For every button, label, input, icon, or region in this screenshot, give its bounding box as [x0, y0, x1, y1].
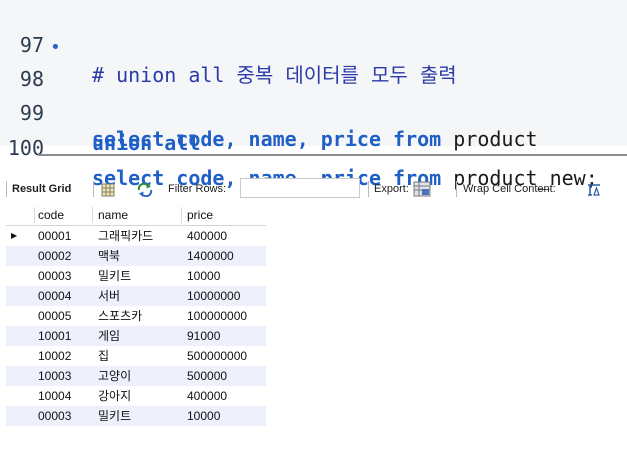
cell-price[interactable]: 91000 [187, 326, 220, 346]
cell-price[interactable]: 10000 [187, 406, 220, 426]
line-number: 100 [7, 136, 44, 160]
export-icon[interactable] [413, 180, 431, 198]
cell-name[interactable]: 고양이 [98, 366, 131, 386]
cell-price[interactable]: 400000 [187, 226, 227, 246]
grid-header: code name price [6, 205, 266, 226]
table-row[interactable]: 00003 밀키트 10000 [6, 266, 266, 286]
cell-name[interactable]: 집 [98, 346, 109, 366]
export-label: Export: [374, 183, 409, 195]
cell-code[interactable]: 00005 [38, 306, 71, 326]
cell-price[interactable]: 500000 [187, 366, 227, 386]
code-line-100[interactable]: 100 select code, name, price from produc… [0, 103, 598, 190]
code-line-97[interactable]: 97 # union all 중복 데이터를 모두 출력 [0, 0, 457, 87]
cell-price[interactable]: 400000 [187, 386, 227, 406]
column-header-name[interactable]: name [98, 205, 128, 225]
row-selector[interactable]: ▶ [6, 226, 39, 246]
grid-view-icon[interactable] [101, 182, 115, 197]
cell-name[interactable]: 밀키트 [98, 266, 131, 286]
table-row[interactable]: 10003 고양이 500000 [6, 366, 266, 386]
toolbar-divider [93, 181, 94, 197]
column-divider [34, 207, 35, 223]
column-header-price[interactable]: price [187, 205, 213, 225]
cell-price[interactable]: 500000000 [187, 346, 247, 366]
sql-editor[interactable]: 97 # union all 중복 데이터를 모두 출력 98 • select… [0, 0, 627, 190]
panel-splitter[interactable] [38, 154, 627, 156]
column-header-code[interactable]: code [38, 205, 64, 225]
filter-rows-input[interactable] [240, 178, 360, 198]
cell-name[interactable]: 맥북 [98, 246, 120, 266]
table-name: product [441, 127, 538, 151]
table-row[interactable]: 10001 게임 91000 [6, 326, 266, 346]
code-line-99[interactable]: 99 union all [0, 68, 200, 155]
cell-code[interactable]: 10002 [38, 346, 71, 366]
result-grid-tab[interactable]: Result Grid [12, 177, 71, 201]
table-row[interactable]: 00003 밀키트 10000 [6, 406, 266, 426]
cell-name[interactable]: 그래픽카드 [98, 226, 153, 246]
kw-from: from [393, 127, 442, 151]
wrap-cell-icon[interactable] [587, 182, 601, 196]
table-row[interactable]: 10002 집 500000000 [6, 346, 266, 366]
column-divider [92, 207, 93, 223]
column-divider [181, 207, 182, 223]
cell-code[interactable]: 00004 [38, 286, 71, 306]
cell-code[interactable]: 00003 [38, 406, 71, 426]
cell-name[interactable]: 강아지 [98, 386, 131, 406]
toolbar-divider [368, 181, 369, 197]
cell-price[interactable]: 10000000 [187, 286, 240, 306]
table-row[interactable]: 00005 스포츠카 100000000 [6, 306, 266, 326]
toolbar-divider [456, 181, 457, 197]
cell-code[interactable]: 00001 [38, 226, 71, 246]
sql-comment: # union all 중복 데이터를 모두 출력 [92, 63, 457, 87]
wrap-cell-label: Wrap Cell Content: [463, 183, 556, 195]
cell-price[interactable]: 10000 [187, 266, 220, 286]
code-line-98[interactable]: 98 • select code, name, price from produ… [0, 34, 538, 151]
grid-body: ▶ 00001 그래픽카드 400000 00002 맥북 1400000 00003 밀키트 1… [6, 226, 266, 426]
cell-name[interactable]: 서버 [98, 286, 120, 306]
cell-price[interactable]: 1400000 [187, 246, 234, 266]
table-row[interactable]: ▶ 00001 그래픽카드 400000 [6, 226, 266, 246]
cell-code[interactable]: 10001 [38, 326, 71, 346]
filter-rows-label: Filter Rows: [168, 183, 227, 195]
cell-code[interactable]: 00002 [38, 246, 71, 266]
current-statement-marker: • [50, 37, 61, 58]
table-row[interactable]: 10004 강아지 400000 [6, 386, 266, 406]
cell-name[interactable]: 스포츠카 [98, 306, 142, 326]
cell-code[interactable]: 10004 [38, 386, 71, 406]
table-row[interactable]: 00004 서버 10000000 [6, 286, 266, 306]
result-grid[interactable]: code name price ▶ 00001 그래픽카드 400000 00002 맥북… [6, 205, 266, 426]
toolbar-divider [6, 181, 7, 197]
cell-price[interactable]: 100000000 [187, 306, 247, 326]
cell-code[interactable]: 10003 [38, 366, 71, 386]
table-row[interactable]: 00002 맥북 1400000 [6, 246, 266, 266]
cell-name[interactable]: 밀키트 [98, 406, 131, 426]
refresh-icon[interactable] [136, 182, 154, 198]
result-toolbar: Result Grid Filter Rows: Export: Wrap Ce… [0, 177, 627, 201]
cell-name[interactable]: 게임 [98, 326, 120, 346]
cell-code[interactable]: 00003 [38, 266, 71, 286]
